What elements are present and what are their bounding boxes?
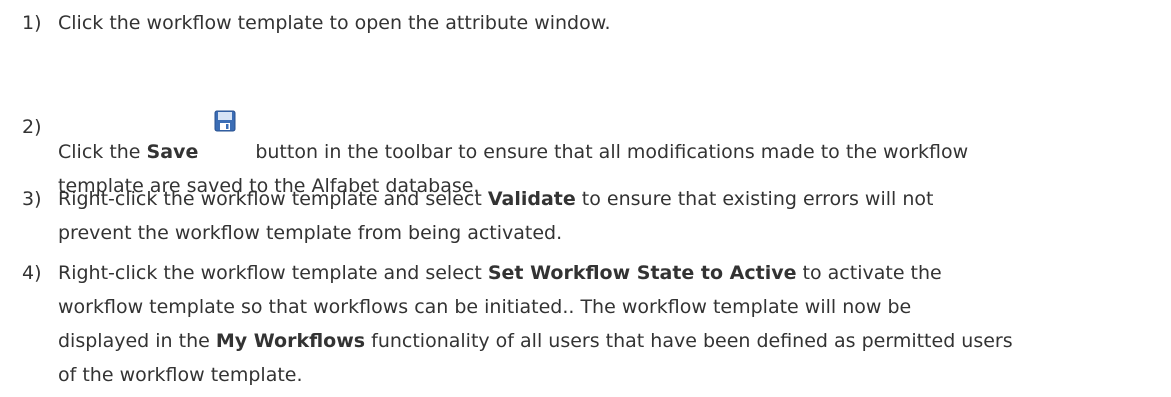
save-icon (214, 110, 236, 132)
my-workflows-label: My Workflows (215, 330, 366, 352)
save-label: Save (146, 141, 199, 163)
step-number: 3) (22, 188, 42, 210)
step-4-text-line3-post: functionality of all users that have bee… (365, 330, 1013, 352)
step-3-text-pre: Right-click the workflow template and se… (58, 188, 488, 210)
set-active-label: Set Workflow State to Active (487, 262, 797, 284)
step-number: 1) (22, 12, 42, 34)
step-text: Right-click the workflow template and se… (58, 256, 1162, 392)
step-4: 4) Right-click the workflow template and… (22, 256, 1162, 392)
step-text: Click the workflow template to open the … (58, 6, 1162, 40)
step-3-text-line2: prevent the workflow template from being… (58, 222, 563, 244)
step-4-text-line4: of the workflow template. (58, 364, 303, 386)
step-3-text-post: to ensure that existing errors will not (575, 188, 934, 210)
step-4-text-post: to activate the (796, 262, 942, 284)
step-number: 2) (22, 116, 42, 138)
step-number: 4) (22, 262, 42, 284)
step-4-text-pre: Right-click the workflow template and se… (58, 262, 488, 284)
step-1: 1) Click the workflow template to open t… (22, 6, 1162, 40)
validate-label: Validate (487, 188, 576, 210)
step-4-text-line3-pre: displayed in the (58, 330, 216, 352)
step-text: Right-click the workflow template and se… (58, 182, 1162, 250)
step-4-text-line2: workflow template so that workflows can … (58, 296, 912, 318)
step-3: 3) Right-click the workflow template and… (22, 182, 1162, 250)
step-2-text-pre: Click the (58, 141, 147, 163)
step-1-text: Click the workflow template to open the … (58, 12, 611, 34)
step-2-text-post: button in the toolbar to ensure that all… (255, 141, 969, 163)
